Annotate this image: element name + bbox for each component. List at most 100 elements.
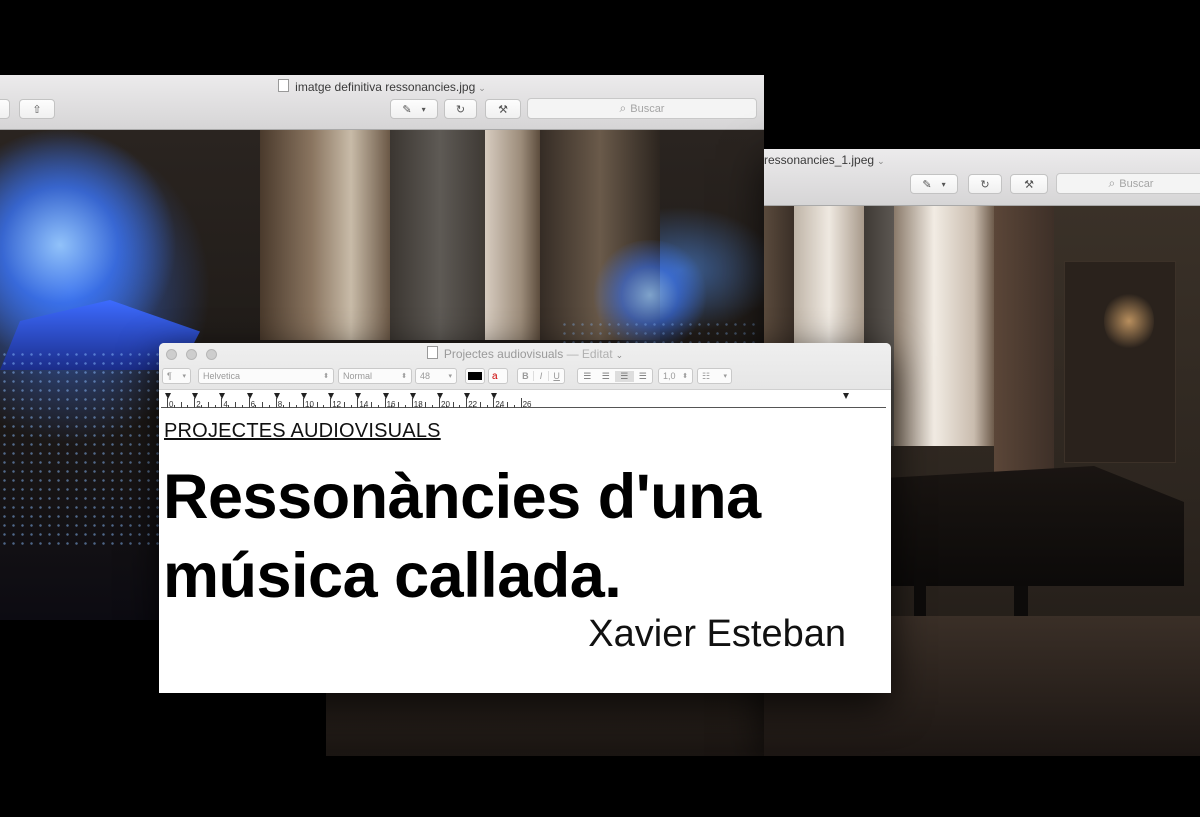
ruler-minor-tick bbox=[445, 405, 447, 408]
curtain bbox=[485, 130, 545, 340]
curtain bbox=[894, 206, 994, 446]
bold-button[interactable]: B bbox=[518, 371, 533, 381]
sidebar-button[interactable] bbox=[0, 99, 10, 119]
chevron-down-icon[interactable]: ⌄ bbox=[877, 156, 885, 166]
tab-stop-marker[interactable] bbox=[464, 393, 471, 399]
ruler-major-tick bbox=[411, 398, 413, 408]
ruler-minor-tick bbox=[337, 405, 338, 408]
ruler-minor-tick bbox=[228, 405, 230, 408]
ruler-major-tick bbox=[248, 398, 250, 408]
chevron-down-icon[interactable]: ⌄ bbox=[616, 350, 624, 360]
window-pane bbox=[390, 130, 490, 340]
font-size-select[interactable]: 48 ▾ bbox=[415, 368, 457, 384]
italic-button[interactable]: I bbox=[532, 371, 549, 381]
ruler-minor-tick bbox=[316, 402, 318, 408]
tab-stop-marker[interactable] bbox=[165, 393, 171, 399]
ruler-minor-tick bbox=[269, 405, 270, 408]
toolbox-button[interactable]: ⚒ bbox=[1010, 174, 1048, 194]
font-style-select[interactable]: Normal ⬍ bbox=[338, 368, 412, 384]
ruler-minor-tick bbox=[432, 405, 434, 408]
ruler-minor-tick bbox=[180, 402, 182, 408]
ruler-number: 26 bbox=[522, 400, 532, 409]
ruler-minor-tick bbox=[405, 405, 406, 408]
ruler-minor-tick bbox=[289, 402, 291, 408]
ruler-major-tick bbox=[520, 398, 522, 408]
ruler-minor-tick bbox=[309, 405, 311, 408]
share-button[interactable]: ⇧ bbox=[19, 99, 55, 119]
ruler-minor-tick bbox=[323, 405, 325, 408]
ruler-minor-tick bbox=[343, 402, 345, 408]
tab-stop-marker[interactable] bbox=[355, 393, 362, 399]
window-title: Projectes audiovisuals — Editat ⌄ bbox=[159, 346, 891, 361]
style-buttons[interactable]: B I U bbox=[517, 368, 565, 384]
markup-button[interactable]: ✎ ▾ bbox=[390, 99, 438, 119]
document-body[interactable]: PROJECTES AUDIOVISUALS Ressonàncies d'un… bbox=[159, 410, 891, 693]
curtain bbox=[994, 206, 1054, 476]
chevron-down-icon: ▾ bbox=[182, 373, 186, 380]
tab-stop-marker[interactable] bbox=[409, 393, 416, 399]
list-style-select[interactable]: ☷ ▾ bbox=[697, 368, 732, 384]
stepper-icon: ⬍ bbox=[682, 373, 688, 380]
search-field[interactable]: ⌕ Buscar bbox=[527, 98, 757, 119]
ruler-major-tick bbox=[493, 398, 495, 408]
text-color-well[interactable] bbox=[465, 368, 485, 384]
ruler-major-tick bbox=[167, 398, 168, 408]
ruler-number: 4 bbox=[223, 400, 228, 409]
textedit-titlebar[interactable]: Projectes audiovisuals — Editat ⌄ ¶ ▾ Helv… bbox=[159, 343, 891, 410]
rotate-button[interactable]: ↻ bbox=[444, 99, 477, 119]
align-justify-icon[interactable]: ☰ bbox=[634, 371, 653, 382]
ruler-major-tick bbox=[439, 398, 440, 408]
tab-stop-marker[interactable] bbox=[491, 393, 498, 399]
tab-stop-marker[interactable] bbox=[437, 393, 443, 399]
ruler[interactable]: 02468101214161820222426 bbox=[159, 389, 891, 410]
tab-stop-marker[interactable] bbox=[273, 393, 280, 399]
stepper-icon: ⬍ bbox=[323, 373, 329, 380]
search-icon: ⌕ bbox=[1108, 176, 1116, 190]
paragraph-style-select[interactable]: ¶ ▾ bbox=[162, 368, 191, 384]
highlight-color-well[interactable]: a bbox=[488, 368, 508, 384]
tab-stop-marker[interactable] bbox=[219, 393, 226, 399]
align-center-icon[interactable]: ☰ bbox=[597, 371, 616, 382]
preview-titlebar[interactable]: imatge definitiva ressonancies.jpg ⌄ ⇧ ✎ ▾… bbox=[0, 75, 764, 130]
tab-stop-marker[interactable] bbox=[246, 393, 253, 399]
tab-stop-marker[interactable] bbox=[382, 393, 389, 399]
grand-piano bbox=[884, 466, 1184, 586]
photo-floor bbox=[326, 692, 764, 756]
ruler-minor-tick bbox=[187, 405, 189, 408]
rotate-icon: ↻ bbox=[980, 178, 990, 191]
jpeg-file-icon bbox=[278, 79, 290, 92]
ruler-minor-tick bbox=[207, 402, 209, 408]
ruler-minor-tick bbox=[364, 405, 366, 408]
line-spacing-select[interactable]: 1,0 ⬍ bbox=[658, 368, 693, 384]
ruler-minor-tick bbox=[398, 402, 400, 408]
underline-button[interactable]: U bbox=[548, 371, 564, 381]
preview-titlebar[interactable]: ressonancies_1.jpeg ⌄ ✎ ▾ ↻ ⚒ ⌕ Buscar bbox=[764, 149, 1200, 206]
ruler-minor-tick bbox=[513, 405, 515, 408]
chevron-down-icon: ▾ bbox=[421, 104, 426, 114]
right-margin-marker[interactable] bbox=[843, 393, 849, 399]
search-field[interactable]: ⌕ Buscar bbox=[1056, 173, 1200, 194]
tab-stop-marker[interactable] bbox=[301, 393, 307, 399]
toolbox-icon: ⚒ bbox=[1024, 178, 1034, 191]
ruler-minor-tick bbox=[500, 405, 502, 408]
share-icon: ⇧ bbox=[32, 103, 42, 116]
ruler-minor-tick bbox=[486, 405, 488, 408]
document-author: Xavier Esteban bbox=[588, 613, 846, 655]
tab-stop-marker[interactable] bbox=[192, 393, 199, 399]
rotate-button[interactable]: ↻ bbox=[968, 174, 1002, 194]
ruler-minor-tick bbox=[452, 402, 454, 408]
font-family-select[interactable]: Helvetica ⬍ bbox=[198, 368, 334, 384]
window-title: ressonancies_1.jpeg ⌄ bbox=[764, 153, 885, 167]
headline-line: Ressonàncies d'una bbox=[163, 462, 761, 532]
document-icon bbox=[426, 346, 438, 359]
markup-button[interactable]: ✎ ▾ bbox=[910, 174, 958, 194]
textedit-window[interactable]: Projectes audiovisuals — Editat ⌄ ¶ ▾ Helv… bbox=[159, 343, 891, 693]
align-left-icon[interactable]: ☰ bbox=[578, 371, 597, 382]
document-headline: Ressonàncies d'una música callada. bbox=[163, 458, 761, 616]
align-right-icon[interactable]: ☰ bbox=[615, 370, 634, 382]
tab-stop-marker[interactable] bbox=[328, 393, 335, 399]
chevron-down-icon[interactable]: ⌄ bbox=[478, 83, 486, 93]
toolbox-button[interactable]: ⚒ bbox=[485, 99, 521, 119]
alignment-buttons[interactable]: ☰ ☰ ☰ ☰ bbox=[577, 368, 653, 384]
window-title: imatge definitiva ressonancies.jpg ⌄ bbox=[0, 79, 764, 94]
